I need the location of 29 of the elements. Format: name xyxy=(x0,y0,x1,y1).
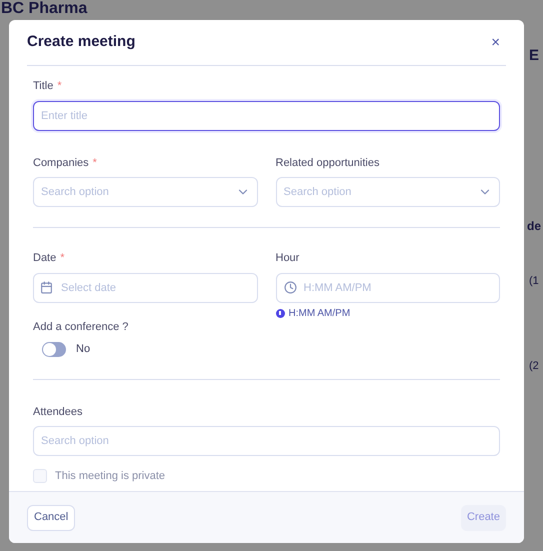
checkbox-label: This meeting is private xyxy=(55,469,166,484)
field-label: Attendees xyxy=(33,404,83,420)
clock-icon xyxy=(284,280,296,294)
required-mark: * xyxy=(92,156,97,170)
info-icon xyxy=(276,308,284,318)
field-label: Hour xyxy=(276,251,300,266)
field-label: Companies xyxy=(33,156,89,170)
hint-text: H:MM AM/PM xyxy=(288,306,350,320)
select-field[interactable]: Search option xyxy=(276,177,500,207)
toggle-switch[interactable] xyxy=(42,342,66,357)
section-heading: (1 xyxy=(529,275,539,287)
field-label: Title xyxy=(33,79,54,94)
required-mark: * xyxy=(60,251,65,266)
input-field[interactable]: Enter title xyxy=(33,100,500,130)
toggle-label: No xyxy=(76,342,90,357)
dialog-title: Create meeting xyxy=(27,32,136,52)
field-label: Related opportunities xyxy=(276,156,380,170)
field-label: Date xyxy=(33,251,56,266)
page-heading: E xyxy=(529,47,540,64)
field-label: Add a conference ? xyxy=(33,320,130,334)
close-button[interactable]: × xyxy=(485,35,506,50)
page-heading: BC Pharma xyxy=(1,0,88,18)
section-heading: de xyxy=(527,219,542,233)
cancel-button[interactable]: Cancel xyxy=(27,504,76,530)
calendar-icon xyxy=(40,280,53,294)
checkbox[interactable] xyxy=(33,469,47,484)
section-heading: (2 xyxy=(529,360,539,372)
required-mark: * xyxy=(57,79,62,94)
select-field[interactable]: Search option xyxy=(33,177,258,207)
